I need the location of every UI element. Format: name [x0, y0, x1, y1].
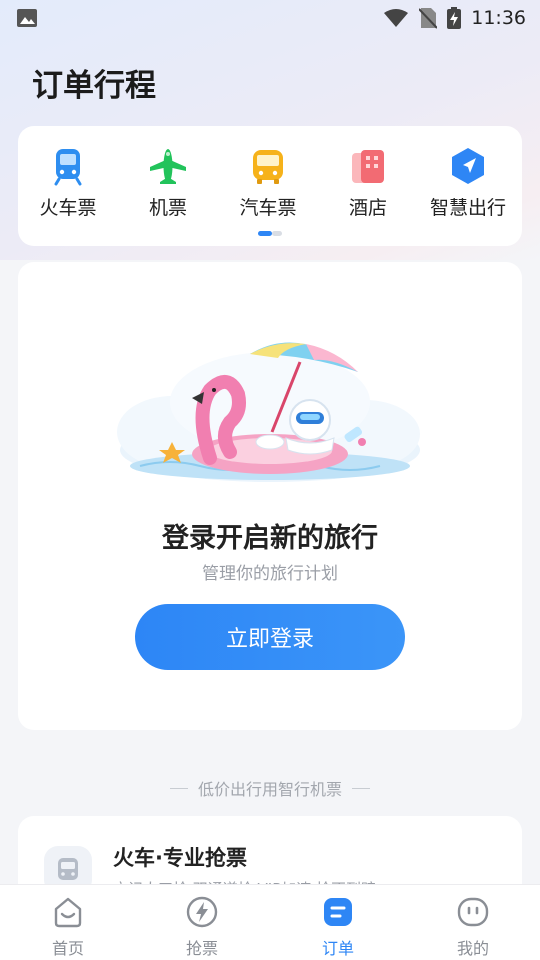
hotel-icon — [352, 150, 384, 183]
bottom-tab-bar: 首页 抢票 订单 我的 — [0, 884, 540, 960]
quick-entry-flight[interactable]: 机票 — [118, 146, 218, 220]
promo-section-text: 低价出行用智行机票 — [197, 780, 342, 799]
no-sim-icon — [419, 8, 438, 29]
quick-entry-label: 智慧出行 — [429, 197, 506, 219]
promo-title: 火车·专业抢票 — [113, 846, 247, 870]
promo-section-heading: 低价出行用智行机票 — [0, 777, 540, 799]
gallery-notification-icon — [17, 9, 37, 27]
wifi-icon — [384, 9, 409, 27]
tab-label: 我的 — [456, 939, 489, 958]
tab-label: 首页 — [51, 939, 84, 958]
quick-entry-label: 火车票 — [39, 197, 97, 219]
divider-line — [169, 787, 188, 789]
clock: 11:36 — [471, 7, 526, 29]
tab-label: 抢票 — [185, 939, 218, 958]
status-bar: 11:36 — [0, 0, 540, 36]
login-card: 登录开启新的旅行 管理你的旅行计划 立即登录 — [18, 262, 522, 730]
tab-grab-ticket[interactable]: 抢票 — [152, 895, 252, 959]
quick-entry-card: 火车票 机票 汽车票 酒店 智慧出行 — [18, 126, 522, 246]
tab-profile[interactable]: 我的 — [423, 895, 523, 959]
tab-home[interactable]: 首页 — [18, 895, 118, 959]
page-indicator — [258, 231, 282, 236]
grab-ticket-icon — [186, 896, 218, 928]
train-icon — [54, 149, 82, 186]
quick-entry-bus[interactable]: 汽车票 — [218, 146, 318, 220]
page-indicator-inactive — [272, 231, 282, 236]
battery-charging-icon — [447, 7, 462, 29]
quick-entry-hotel[interactable]: 酒店 — [318, 146, 418, 220]
login-title: 登录开启新的旅行 — [162, 523, 378, 554]
divider-line — [352, 787, 370, 789]
plane-icon — [150, 149, 186, 184]
orders-icon — [324, 898, 352, 926]
bus-icon — [253, 150, 283, 184]
quick-entry-label: 机票 — [148, 197, 187, 219]
home-icon — [54, 897, 82, 928]
vacation-illustration — [117, 342, 420, 482]
login-button[interactable]: 立即登录 — [135, 604, 405, 670]
quick-entry-label: 汽车票 — [239, 197, 297, 219]
profile-icon — [457, 897, 489, 927]
page-title: 订单行程 — [32, 68, 156, 104]
quick-entry-smart-travel[interactable]: 智慧出行 — [418, 146, 518, 220]
quick-entry-train[interactable]: 火车票 — [18, 146, 118, 220]
quick-entry-label: 酒店 — [348, 197, 387, 219]
login-subtitle: 管理你的旅行计划 — [202, 564, 338, 584]
tab-orders[interactable]: 订单 — [288, 895, 388, 959]
tab-label: 订单 — [321, 939, 354, 958]
page-indicator-active — [258, 231, 272, 236]
navigation-icon — [452, 148, 484, 184]
